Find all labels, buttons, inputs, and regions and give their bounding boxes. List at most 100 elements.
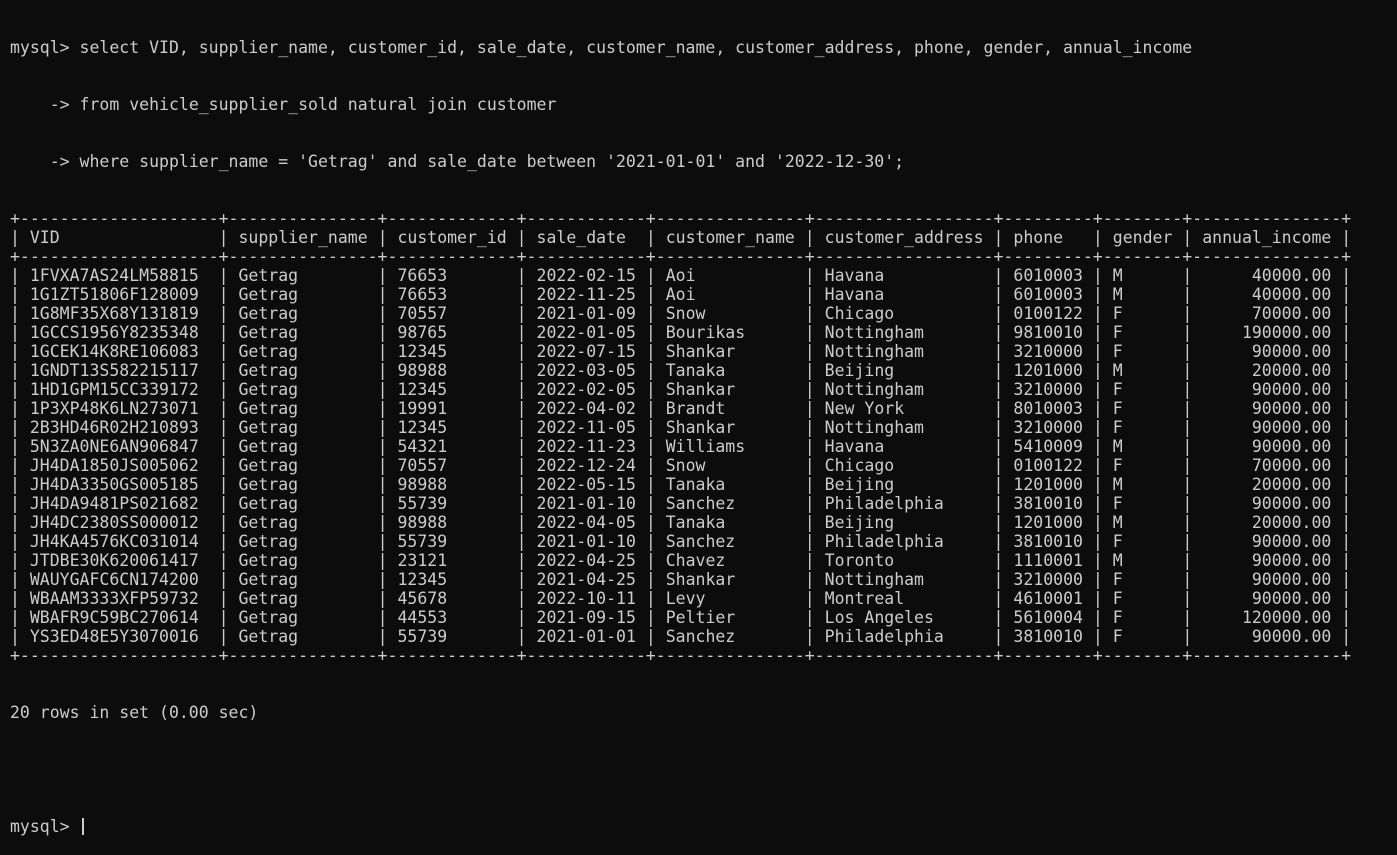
table-cell: M (1112, 266, 1173, 285)
table-cell: Tanaka (665, 475, 795, 494)
query-line-2: -> from vehicle_supplier_sold natural jo… (10, 95, 1351, 114)
table-cell: 1P3XP48K6LN273071 (29, 399, 209, 418)
table-cell: 90000.00 (1202, 532, 1332, 551)
input-line[interactable]: mysql> (10, 817, 1351, 836)
table-cell: 2022-11-05 (536, 418, 636, 437)
column-header: customer_id (397, 228, 507, 247)
table-cell: Getrag (238, 437, 368, 456)
table-cell: F (1112, 532, 1173, 551)
table-cell: 76653 (397, 266, 507, 285)
table-cell: Getrag (238, 342, 368, 361)
table-cell: 120000.00 (1202, 608, 1332, 627)
table-cell: 1G1ZT51806F128009 (29, 285, 209, 304)
table-cell: Aoi (665, 266, 795, 285)
table-cell: 1201000 (1013, 513, 1083, 532)
column-header: annual_income (1202, 228, 1332, 247)
table-cell: Havana (824, 285, 984, 304)
table-cell: Nottingham (824, 418, 984, 437)
table-row: | 1G8MF35X68Y131819 | Getrag | 70557 | 2… (10, 304, 1352, 323)
table-cell: 90000.00 (1202, 551, 1332, 570)
table-cell: JH4KA4576KC031014 (29, 532, 209, 551)
table-row: | JH4DA9481PS021682 | Getrag | 55739 | 2… (10, 494, 1352, 513)
table-cell: 1GCCS1956Y8235348 (29, 323, 209, 342)
table-cell: Shankar (665, 380, 795, 399)
table-cell: 190000.00 (1202, 323, 1332, 342)
table-cell: Levy (665, 589, 795, 608)
table-cell: JH4DC2380SS000012 (29, 513, 209, 532)
table-row: | JH4DA3350GS005185 | Getrag | 98988 | 2… (10, 475, 1352, 494)
table-cell: Getrag (238, 361, 368, 380)
table-row: | 1HD1GPM15CC339172 | Getrag | 12345 | 2… (10, 380, 1352, 399)
table-cell: 2022-01-05 (536, 323, 636, 342)
table-cell: 5410009 (1013, 437, 1083, 456)
column-header: customer_address (824, 228, 984, 247)
table-cell: 1110001 (1013, 551, 1083, 570)
table-cell: 2022-04-05 (536, 513, 636, 532)
table-cell: 70557 (397, 304, 507, 323)
table-cell: WBAFR9C59BC270614 (29, 608, 209, 627)
table-cell: 3210000 (1013, 380, 1083, 399)
table-cell: 45678 (397, 589, 507, 608)
table-cell: 90000.00 (1202, 399, 1332, 418)
table-cell: F (1112, 304, 1173, 323)
table-cell: 98988 (397, 475, 507, 494)
table-cell: M (1112, 361, 1173, 380)
table-row: | 2B3HD46R02H210893 | Getrag | 12345 | 2… (10, 418, 1352, 437)
table-row: | 1GCEK14K8RE106083 | Getrag | 12345 | 2… (10, 342, 1352, 361)
table-border-header: +--------------------+---------------+--… (10, 247, 1352, 266)
mysql-prompt: mysql> (10, 817, 70, 836)
table-cell: 90000.00 (1202, 380, 1332, 399)
table-cell: 90000.00 (1202, 589, 1332, 608)
table-cell: 40000.00 (1202, 266, 1332, 285)
table-cell: Chicago (824, 304, 984, 323)
table-cell: 1G8MF35X68Y131819 (29, 304, 209, 323)
table-cell: Nottingham (824, 323, 984, 342)
mysql-prompt: mysql> (10, 38, 70, 57)
table-cell: 98765 (397, 323, 507, 342)
table-cell: Getrag (238, 627, 368, 646)
table-cell: 90000.00 (1202, 437, 1332, 456)
table-cell: 2022-02-05 (536, 380, 636, 399)
table-cell: F (1112, 380, 1173, 399)
table-cell: Getrag (238, 494, 368, 513)
query-text-1: select VID, supplier_name, customer_id, … (79, 38, 1193, 57)
table-cell: Sanchez (665, 532, 795, 551)
table-row: | WAUYGAFC6CN174200 | Getrag | 12345 | 2… (10, 570, 1352, 589)
table-cell: 8010003 (1013, 399, 1083, 418)
table-cell: Getrag (238, 570, 368, 589)
table-row: | JH4DC2380SS000012 | Getrag | 98988 | 2… (10, 513, 1352, 532)
table-cell: 55739 (397, 494, 507, 513)
table-cell: Sanchez (665, 627, 795, 646)
table-cell: Nottingham (824, 570, 984, 589)
table-cell: Philadelphia (824, 494, 984, 513)
table-row: | 1GCCS1956Y8235348 | Getrag | 98765 | 2… (10, 323, 1352, 342)
table-cell: Getrag (238, 285, 368, 304)
table-cell: 5610004 (1013, 608, 1083, 627)
table-row: | YS3ED48E5Y3070016 | Getrag | 55739 | 2… (10, 627, 1352, 646)
table-cell: Peltier (665, 608, 795, 627)
table-cell: 54321 (397, 437, 507, 456)
table-row: | 1GNDT13S582215117 | Getrag | 98988 | 2… (10, 361, 1352, 380)
table-row: | WBAFR9C59BC270614 | Getrag | 44553 | 2… (10, 608, 1352, 627)
table-cell: 3810010 (1013, 627, 1083, 646)
table-cell: 3810010 (1013, 494, 1083, 513)
table-cell: F (1112, 494, 1173, 513)
table-cell: F (1112, 323, 1173, 342)
table-cell: 98988 (397, 361, 507, 380)
table-cell: 20000.00 (1202, 513, 1332, 532)
table-cell: F (1112, 399, 1173, 418)
table-cell: Getrag (238, 418, 368, 437)
column-header: VID (29, 228, 209, 247)
table-cell: 2022-02-15 (536, 266, 636, 285)
table-cell: 3210000 (1013, 342, 1083, 361)
table-cell: Brandt (665, 399, 795, 418)
table-cell: Williams (665, 437, 795, 456)
column-header: sale_date (536, 228, 636, 247)
table-cell: F (1112, 627, 1173, 646)
table-cell: 2022-11-23 (536, 437, 636, 456)
table-cell: Tanaka (665, 361, 795, 380)
table-cell: 2022-03-05 (536, 361, 636, 380)
table-row: | 1P3XP48K6LN273071 | Getrag | 19991 | 2… (10, 399, 1352, 418)
column-header: customer_name (665, 228, 795, 247)
table-cell: F (1112, 570, 1173, 589)
